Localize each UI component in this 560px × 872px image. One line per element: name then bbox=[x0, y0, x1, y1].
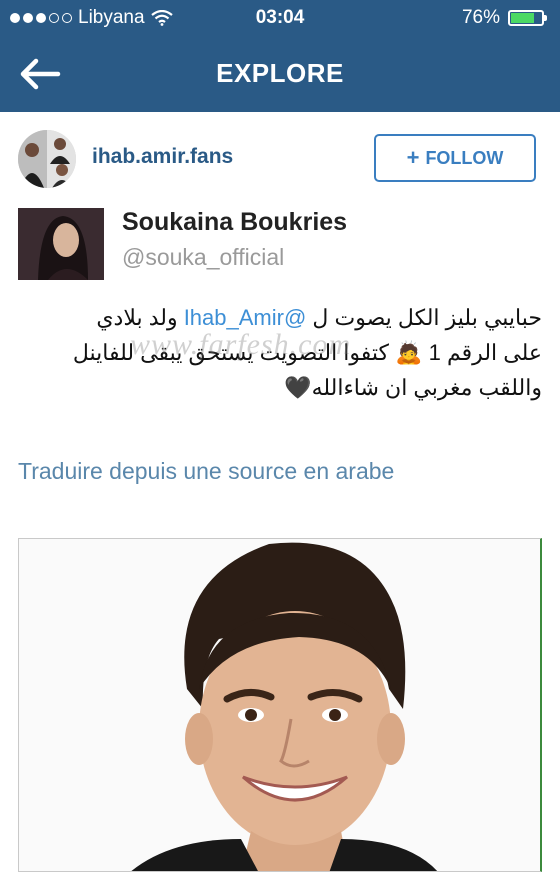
battery-level bbox=[511, 13, 534, 23]
page-title: EXPLORE bbox=[216, 58, 344, 88]
post-header: ihab.amir.fans + FOLLOW bbox=[0, 112, 560, 205]
plus-icon: + bbox=[406, 145, 420, 170]
tweet-author-name: Soukaina Boukries bbox=[122, 208, 348, 236]
translate-link[interactable]: Traduire depuis une source en arabe bbox=[18, 458, 394, 485]
profile-avatar[interactable] bbox=[18, 130, 76, 188]
navigation-bar: EXPLORE bbox=[0, 36, 560, 112]
post-image: Soukaina Boukries @souka_official حبايبي… bbox=[0, 204, 560, 872]
battery-info: 76% bbox=[461, 7, 547, 29]
tweet-line-3: واللقب مغربي ان شاءالله🖤 bbox=[284, 375, 542, 400]
follow-button[interactable]: + FOLLOW bbox=[374, 134, 536, 182]
avatar-image bbox=[18, 130, 76, 188]
follow-label: FOLLOW bbox=[425, 147, 504, 168]
watermark: www.farfesh.com bbox=[130, 328, 352, 361]
tweet-mention: @Ihab_Amir bbox=[183, 305, 307, 330]
tweet-author-handle: @souka_official bbox=[122, 244, 285, 270]
profile-username[interactable]: ihab.amir.fans bbox=[92, 145, 233, 169]
battery-percent: 76% bbox=[461, 7, 500, 28]
tweet-photo bbox=[18, 538, 542, 872]
tweet-avatar-image bbox=[18, 208, 104, 280]
portrait-image bbox=[19, 539, 540, 871]
tweet-author-avatar bbox=[18, 208, 104, 280]
status-bar: Libyana 03:04 76% bbox=[0, 0, 560, 36]
battery-icon bbox=[508, 10, 547, 26]
